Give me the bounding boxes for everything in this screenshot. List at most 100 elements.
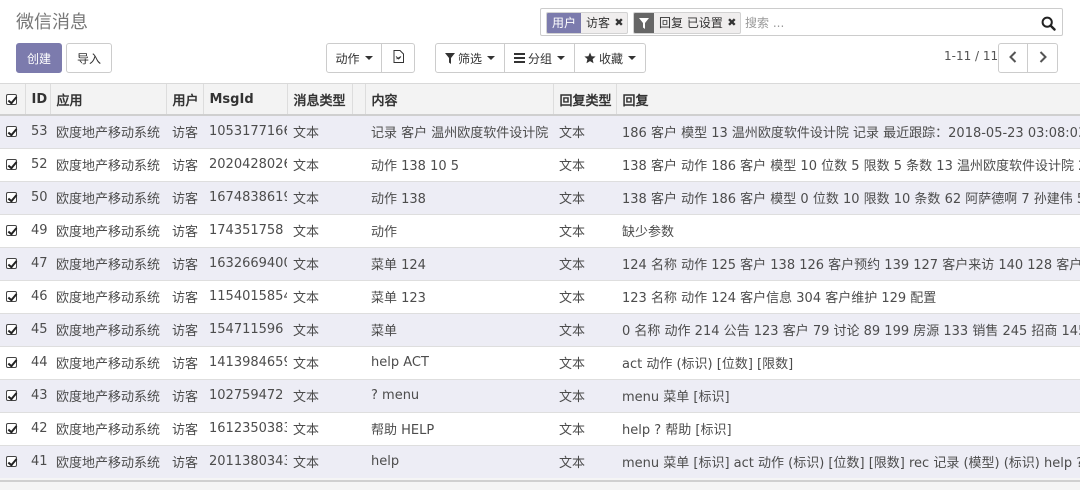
search-box[interactable]: 用户 访客 ✖ 回复 已设置 ✖ [540,8,1063,36]
cell-app: 欧度地产移动系统 [50,411,166,445]
facet-value: 回复 已设置 [659,16,723,30]
search-input[interactable] [745,13,1035,33]
column-header-reply-type[interactable]: 回复类型 [553,84,617,116]
table-row[interactable]: 43 欧度地产移动系统 访客 102759472 文本? menu 文本 menu 菜单 [… [0,378,1080,412]
column-header-app[interactable]: 应用 [50,84,167,116]
import-button[interactable]: 导入 [66,43,112,73]
cell-content: help ACT [365,345,553,379]
cell-content: 菜单 124 [365,246,553,280]
cell-message-type: 文本 [287,213,352,247]
cell-msgid: 2020428026 [203,147,287,181]
remove-facet-icon[interactable]: ✖ [726,13,738,33]
cell-app: 欧度地产移动系统 [50,378,166,412]
cell-user: 访客 [166,246,203,280]
cell-id: 46 [25,279,50,313]
group-by-dropdown-button[interactable]: 分组 [504,43,575,73]
row-select-checkbox[interactable] [0,147,25,181]
row-select-checkbox[interactable] [0,180,25,214]
column-header-reply[interactable]: 回复 [616,84,1080,116]
column-header-msgid[interactable]: MsgId [203,84,288,116]
cell-blank [352,246,365,280]
cell-reply-type: 文本 [553,411,616,445]
row-select-checkbox[interactable] [0,312,25,346]
table-row[interactable]: 52 欧度地产移动系统 访客 2020428026 文本 动作 138 10 5 文本 138… [0,147,1080,181]
cell-id: 45 [25,312,50,346]
column-header-user[interactable]: 用户 [166,84,204,116]
column-header-content[interactable]: 内容 [365,84,554,116]
cell-reply-type: 文本 [553,114,616,148]
row-select-checkbox[interactable] [0,411,25,445]
table-row[interactable]: 41 欧度地产移动系统 访客 2011380343 文本 help 文本 menu 菜单 [标… [0,444,1080,478]
row-select-checkbox[interactable] [0,378,25,412]
action-dropdown-button[interactable]: 动作 [326,43,382,73]
cell-user: 访客 [166,180,203,214]
column-header-id[interactable]: ID [25,84,51,116]
cell-id: 41 [25,444,50,478]
cell-msgid: 174351758 [203,213,287,247]
table-row[interactable]: 42 欧度地产移动系统 访客 1612350383 文本 帮助 HELP 文本 help ? … [0,411,1080,445]
cell-app: 欧度地产移动系统 [50,246,166,280]
select-all-checkbox[interactable] [0,84,26,116]
cell-user: 访客 [166,114,203,148]
export-button[interactable] [381,43,415,73]
table-row[interactable]: 44 欧度地产移动系统 访客 1413984659 文本 help ACT 文本 act 动作… [0,345,1080,379]
facet-filter[interactable]: 回复 已设置 ✖ [633,12,741,34]
cell-message-type: 文本 [287,279,352,313]
row-select-checkbox[interactable] [0,213,25,247]
cell-user: 访客 [166,411,203,445]
cell-app: 欧度地产移动系统 [50,279,166,313]
table-row[interactable]: 45 欧度地产移动系统 访客 154711596 文本 菜单 文本 0 名称 动作 214 公… [0,312,1080,346]
cell-msgid: 2011380343 [203,444,287,478]
checkbox-checked-icon [6,423,17,434]
cell-reply: help ? 帮助 [标识] [616,411,1080,445]
column-header-message-type[interactable]: 消息类型 [287,84,353,116]
cell-reply: 123 名称 动作 124 客户信息 304 客户维护 129 配置 [616,279,1080,313]
row-select-checkbox[interactable] [0,279,25,313]
cell-message-type: 文本 [287,246,352,280]
search-icon[interactable] [1038,13,1058,33]
cell-app: 欧度地产移动系统 [50,114,166,148]
cell-reply: menu 菜单 [标识] [616,378,1080,412]
table-row[interactable]: 53 欧度地产移动系统 访客 1053177166 文本 记录 客户 温州欧度软件设计院文… [0,114,1080,148]
facet-user[interactable]: 用户 访客 ✖ [546,12,628,34]
cell-reply-type: 文本 [553,213,616,247]
favorites-dropdown-button[interactable]: 收藏 [574,43,646,73]
cell-content: help [365,444,553,478]
table-row[interactable]: 46 欧度地产移动系统 访客 1154015854 文本 菜单 123 文本 123 名称 动… [0,279,1080,313]
cell-user: 访客 [166,312,203,346]
table-row[interactable]: 49 欧度地产移动系统 访客 174351758 文本 动作 文本 缺少参数 [0,213,1080,247]
cell-reply: 138 客户 动作 186 客户 模型 0 位数 10 限数 10 条数 62 … [616,180,1080,214]
cell-content: 动作 138 [365,180,553,214]
cell-msgid: 102759472 [203,378,287,412]
table-row[interactable]: 47 欧度地产移动系统 访客 1632669400 文本 菜单 124 文本 124 名称 动… [0,246,1080,280]
cell-reply-type: 文本 [553,180,616,214]
row-select-checkbox[interactable] [0,444,25,478]
row-select-checkbox[interactable] [0,345,25,379]
cell-msgid: 1674838619 [203,180,287,214]
column-header-blank[interactable] [352,84,366,116]
checkbox-checked-icon [6,225,17,236]
checkbox-checked-icon [6,126,17,138]
checkbox-checked-icon [6,456,17,468]
checkbox-checked-icon [6,357,17,368]
list-bottom-border [0,480,1080,482]
create-button[interactable]: 创建 [16,43,62,73]
cell-blank [352,411,365,445]
pager-value[interactable]: 1-11 / 11 [944,49,998,63]
action-label: 动作 [335,51,360,66]
cell-blank [352,345,365,379]
row-select-checkbox[interactable] [0,246,25,280]
filter-dropdown-button[interactable]: 筛选 [435,43,505,73]
remove-facet-icon[interactable]: ✖ [613,13,625,33]
row-select-checkbox[interactable] [0,114,25,148]
pager-next-button[interactable] [1027,43,1058,73]
checkbox-checked-icon [6,291,17,302]
cell-message-type: 文本 [287,378,352,412]
pager-previous-button[interactable] [998,43,1028,73]
list-icon [513,53,525,63]
cell-msgid: 154711596 [203,312,287,346]
caret-down-icon [487,56,495,60]
group-by-label: 分组 [527,51,552,66]
table-row[interactable]: 50 欧度地产移动系统 访客 1674838619 文本 动作 138 文本 138 客户 动… [0,180,1080,214]
checkbox-checked-icon [6,192,17,203]
